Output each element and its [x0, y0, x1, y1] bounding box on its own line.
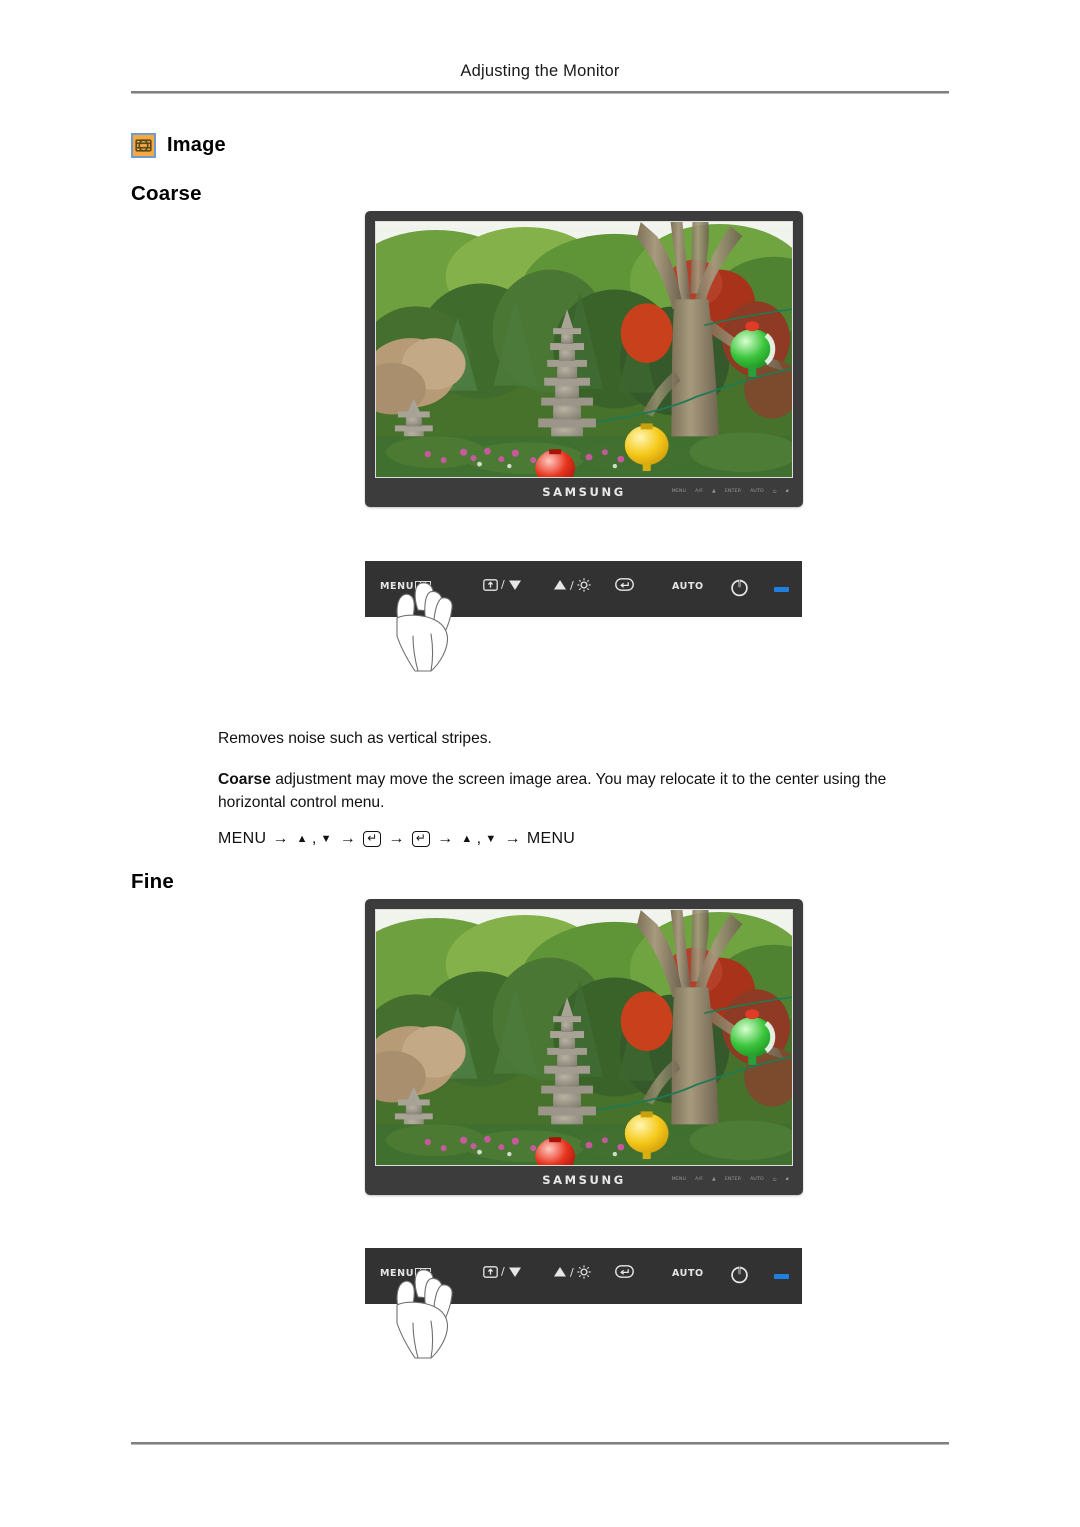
monitor-bezel-bottom-coarse: SAMSUNG MENU A/F ▲ ENTER AUTO ⏻ ▪ — [375, 478, 793, 505]
monitor-illustration-fine: SAMSUNG MENU A/F ▲ ENTER AUTO ⏻ ▪ — [365, 899, 803, 1195]
control-panel-fine: MENU / / AUTO — [365, 1248, 802, 1304]
separator-slash: / — [570, 1265, 575, 1279]
brand-logo: SAMSUNG — [542, 484, 626, 499]
monitor-bezel-bottom-fine: SAMSUNG MENU A/F ▲ ENTER AUTO ⏻ ▪ — [375, 1166, 793, 1193]
coarse-description-2: Coarse adjustment may move the screen im… — [218, 768, 956, 814]
enter-button-coarse[interactable] — [615, 578, 634, 591]
bezel-button-row[interactable]: MENU A/F ▲ ENTER AUTO ⏻ ▪ — [672, 1177, 789, 1183]
enter-button-icon — [615, 1265, 634, 1278]
bezel-btn-up[interactable]: ▲ — [712, 489, 716, 494]
bezel-btn-enter[interactable]: ENTER — [725, 489, 741, 494]
led-indicator-icon — [774, 587, 789, 592]
control-panel-coarse: MENU / / AUTO — [365, 561, 802, 617]
menu-bars-icon — [415, 1268, 432, 1279]
page-header-title: Adjusting the Monitor — [460, 62, 620, 80]
nav-start: MENU — [218, 830, 267, 847]
bezel-btn-af[interactable]: A/F — [695, 489, 703, 494]
power-icon — [731, 579, 748, 597]
nav-arrow: → — [437, 830, 454, 847]
down-arrow-icon — [509, 1267, 522, 1277]
menu-bars-icon — [415, 581, 432, 592]
footer-divider — [131, 1442, 949, 1445]
heading-coarse: Coarse — [131, 182, 202, 205]
nav-up-arrow: ▲ — [296, 833, 308, 845]
up-arrow-icon — [554, 580, 566, 590]
nav-arrow: → — [272, 830, 289, 847]
menu-button-fine[interactable]: MENU — [380, 1268, 432, 1279]
section-header-image: Image — [131, 133, 226, 158]
separator-slash: / — [570, 578, 575, 592]
nav-arrow: → — [504, 830, 521, 847]
separator-slash: / — [501, 1265, 506, 1278]
power-button-coarse[interactable] — [730, 578, 749, 597]
source-input-icon — [483, 578, 498, 591]
separator-slash: / — [501, 578, 506, 591]
auto-button-label: AUTO — [672, 1268, 704, 1279]
bezel-btn-up[interactable]: ▲ — [712, 1177, 716, 1182]
nav-comma: , — [311, 830, 317, 847]
power-button-fine[interactable] — [730, 1265, 749, 1284]
bezel-btn-auto[interactable]: AUTO — [750, 1177, 764, 1182]
source-input-icon — [483, 1265, 498, 1278]
nav-end: MENU — [526, 830, 576, 847]
up-arrow-icon — [554, 1267, 566, 1277]
section-header-label: Image — [167, 134, 226, 156]
up-brightness-button-fine[interactable]: / — [553, 1265, 591, 1279]
nav-enter-key: ↵ — [363, 831, 382, 847]
bezel-btn-auto[interactable]: AUTO — [750, 489, 764, 494]
menu-button-label: MENU — [380, 581, 415, 592]
menu-button-label: MENU — [380, 1268, 415, 1279]
auto-button-coarse[interactable]: AUTO — [672, 581, 704, 592]
brand-logo: SAMSUNG — [542, 1172, 626, 1187]
nav-up-arrow: ▲ — [461, 833, 473, 845]
auto-button-fine[interactable]: AUTO — [672, 1268, 704, 1279]
coarse-keyword: Coarse — [218, 771, 271, 788]
nav-enter-key: ↵ — [411, 831, 431, 847]
nav-down-arrow: ▼ — [320, 833, 332, 845]
bezel-btn-led: ▪ — [785, 1177, 789, 1182]
bezel-btn-menu[interactable]: MENU — [672, 1177, 686, 1182]
bezel-btn-menu[interactable]: MENU — [672, 489, 686, 494]
power-led-fine — [774, 1274, 789, 1279]
coarse-navigation-path: MENU → ▲ , ▼ → ↵ → ↵ → ▲ , ▼ → MENU — [218, 830, 575, 848]
coarse-description-rest: adjustment may move the screen image are… — [218, 771, 887, 811]
bezel-btn-enter[interactable]: ENTER — [725, 1177, 741, 1182]
nav-down-arrow: ▼ — [485, 833, 497, 845]
led-indicator-icon — [774, 1274, 789, 1279]
bezel-button-row[interactable]: MENU A/F ▲ ENTER AUTO ⏻ ▪ — [672, 489, 789, 495]
bezel-btn-power[interactable]: ⏻ — [773, 489, 777, 495]
brightness-sun-icon — [577, 578, 591, 592]
bezel-btn-power[interactable]: ⏻ — [773, 1177, 777, 1183]
menu-button-coarse[interactable]: MENU — [380, 581, 432, 592]
enter-button-fine[interactable] — [615, 1265, 634, 1278]
heading-fine: Fine — [131, 870, 174, 893]
nav-comma: , — [476, 830, 482, 847]
brightness-sun-icon — [577, 1265, 591, 1279]
monitor-screen-coarse — [375, 221, 793, 478]
bezel-btn-af[interactable]: A/F — [695, 1177, 703, 1182]
nav-arrow: → — [388, 830, 405, 847]
source-down-button-fine[interactable]: / — [483, 1265, 522, 1278]
bezel-btn-led: ▪ — [785, 489, 789, 494]
source-down-button-coarse[interactable]: / — [483, 578, 522, 591]
monitor-screen-fine — [375, 909, 793, 1166]
power-icon — [731, 1266, 748, 1284]
power-led-coarse — [774, 587, 789, 592]
manual-page: Adjusting the Monitor Image Coarse SAMSU… — [0, 0, 1080, 1527]
up-brightness-button-coarse[interactable]: / — [553, 578, 591, 592]
auto-button-label: AUTO — [672, 581, 704, 592]
nav-arrow: → — [339, 830, 357, 847]
header-divider — [131, 91, 949, 94]
enter-button-icon — [615, 578, 634, 591]
image-icon — [131, 133, 156, 158]
monitor-illustration-coarse: SAMSUNG MENU A/F ▲ ENTER AUTO ⏻ ▪ — [365, 211, 803, 507]
down-arrow-icon — [509, 580, 522, 590]
coarse-description-1: Removes noise such as vertical stripes. — [218, 730, 492, 747]
